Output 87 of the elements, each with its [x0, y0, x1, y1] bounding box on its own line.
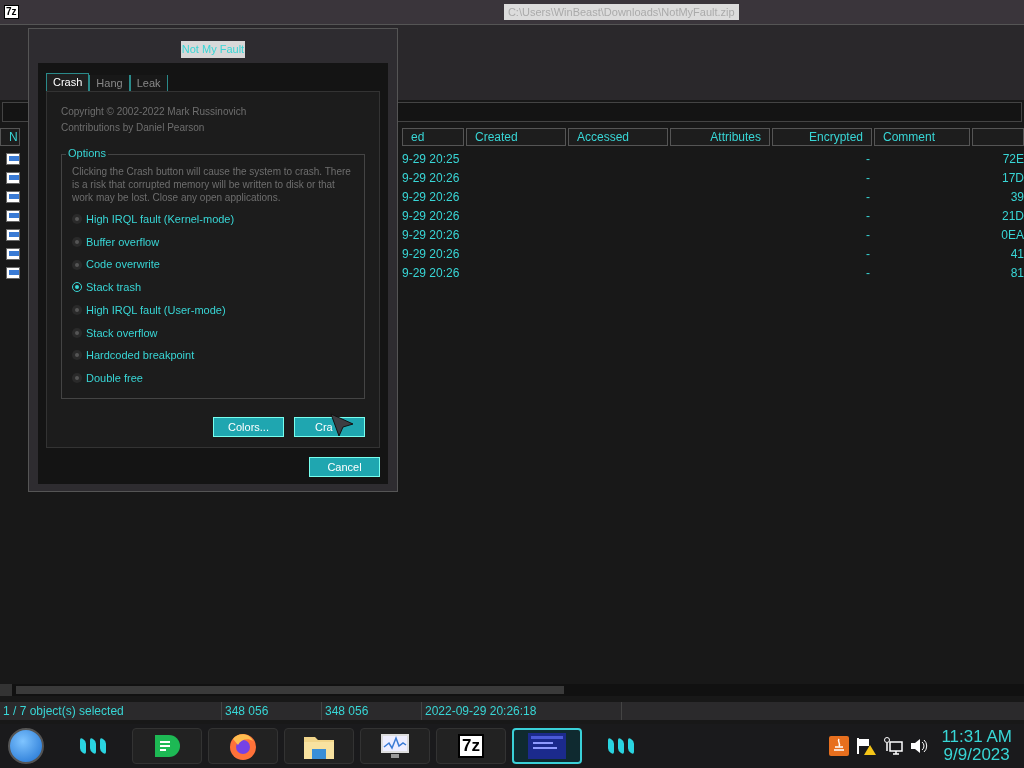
file-icon	[6, 171, 20, 184]
file-icon	[6, 247, 20, 260]
table-cell-text: -	[866, 264, 870, 282]
table-cell: 9-29 20:26	[402, 265, 460, 280]
window-thumbnail-icon	[527, 732, 567, 760]
browser-icon	[228, 731, 258, 761]
table-cell: 9-29 20:25	[402, 151, 460, 166]
radio-label: Stack trash	[86, 280, 142, 296]
table-cell-text: -	[866, 245, 870, 263]
column-header[interactable]: Encrypted	[772, 128, 872, 146]
table-cell-text: 17D	[1002, 169, 1024, 187]
file-icon	[6, 228, 20, 241]
table-cell: 9-29 20:26	[402, 246, 460, 261]
column-header[interactable]: N	[0, 128, 20, 146]
taskbar-button[interactable]	[208, 728, 278, 764]
tab[interactable]: Hang	[89, 75, 130, 91]
table-cell-text: -	[866, 150, 870, 168]
table-cell: 9-29 20:26	[402, 208, 460, 223]
table-cell-text: 0EA	[1001, 226, 1024, 244]
column-header[interactable]: Created	[466, 128, 566, 146]
table-cell-text: -	[866, 226, 870, 244]
chat-bubble-icon	[152, 732, 182, 760]
taskbar-button[interactable]: 7z	[436, 728, 506, 764]
network-icon[interactable]	[883, 736, 904, 756]
indicator-light	[628, 737, 634, 755]
table-cell-text: -	[866, 169, 870, 187]
column-header[interactable]: Comment	[874, 128, 970, 146]
file-icon	[6, 190, 20, 203]
radio-label: Hardcoded breakpoint	[86, 348, 195, 364]
radio-label: Stack overflow	[86, 325, 158, 341]
file-icon	[6, 266, 20, 279]
copyright-text: Copyright © 2002-2022 Mark Russinovich	[61, 105, 248, 119]
radio-button[interactable]	[72, 327, 82, 338]
table-cell-text: 81	[1010, 264, 1024, 282]
table-cell-text: 41	[1010, 245, 1024, 263]
table-cell-text: -	[866, 207, 870, 225]
status-text: 2022-09-29 20:26:18	[425, 704, 537, 718]
table-cell-text: 72E	[1002, 150, 1024, 168]
horizontal-scrollbar[interactable]	[0, 684, 1024, 696]
radio-label: High IRQL fault (User-mode)	[86, 302, 226, 318]
clock[interactable]: 11:31 AM 9/9/2023	[941, 728, 1012, 764]
table-cell-text: 39	[1010, 188, 1024, 206]
status-text: 348 056	[325, 704, 369, 718]
radio-button[interactable]	[72, 350, 82, 361]
radio-button[interactable]	[72, 259, 82, 270]
table-cell: 9-29 20:26	[402, 189, 460, 204]
tab[interactable]: Leak	[129, 75, 168, 91]
taskbar-button[interactable]	[512, 728, 582, 764]
file-icon	[6, 209, 20, 222]
column-header[interactable]: ed	[402, 128, 464, 146]
table-cell: 9-29 20:26	[402, 170, 460, 185]
copyright-text: Contributions by Daniel Pearson	[61, 121, 206, 135]
radio-label: Code overwrite	[86, 257, 160, 273]
status-text: 348 056	[225, 704, 269, 718]
volume-icon[interactable]	[909, 736, 930, 756]
radio-button[interactable]	[72, 305, 82, 316]
start-button[interactable]	[8, 728, 44, 764]
taskbar-button[interactable]	[132, 728, 202, 764]
taskbar-button[interactable]	[284, 728, 354, 764]
indicator-light	[100, 737, 106, 755]
indicator-light	[90, 737, 96, 755]
tab[interactable]: Crash	[46, 73, 90, 91]
status-text: 1 / 7 object(s) selected	[3, 704, 124, 718]
indicator-light	[80, 737, 86, 755]
table-cell-text: 21D	[1002, 207, 1024, 225]
archive-app-icon: 7z	[4, 5, 19, 19]
radio-label: Double free	[86, 370, 143, 386]
indicator-light	[608, 737, 614, 755]
radio-button[interactable]	[72, 214, 82, 225]
indicator-light	[618, 737, 624, 755]
column-header[interactable]: Attributes	[670, 128, 770, 146]
description-text: Clicking the Crash button will cause the system to crash. There is a risk that corrupted memory will be written to disk or that work may be lost. Close any open applications.	[72, 165, 352, 204]
radio-button[interactable]	[72, 237, 82, 248]
table-cell: 9-29 20:26	[402, 227, 460, 242]
file-icon	[6, 152, 20, 165]
column-header[interactable]: Accessed	[568, 128, 668, 146]
java-icon[interactable]	[829, 736, 850, 756]
monitor-chart-icon	[378, 731, 412, 761]
archive-app-icon: 7z	[458, 734, 484, 758]
dialog-title: Not My Fault	[180, 41, 246, 58]
radio-button[interactable]	[72, 373, 82, 384]
radio-label: Buffer overflow	[86, 234, 160, 250]
table-cell-text: -	[866, 188, 870, 206]
warning-flag-icon[interactable]	[855, 736, 878, 756]
taskbar-button[interactable]	[360, 728, 430, 764]
radio-label: High IRQL fault (Kernel-mode)	[86, 212, 235, 228]
group-label: Options	[66, 146, 108, 160]
